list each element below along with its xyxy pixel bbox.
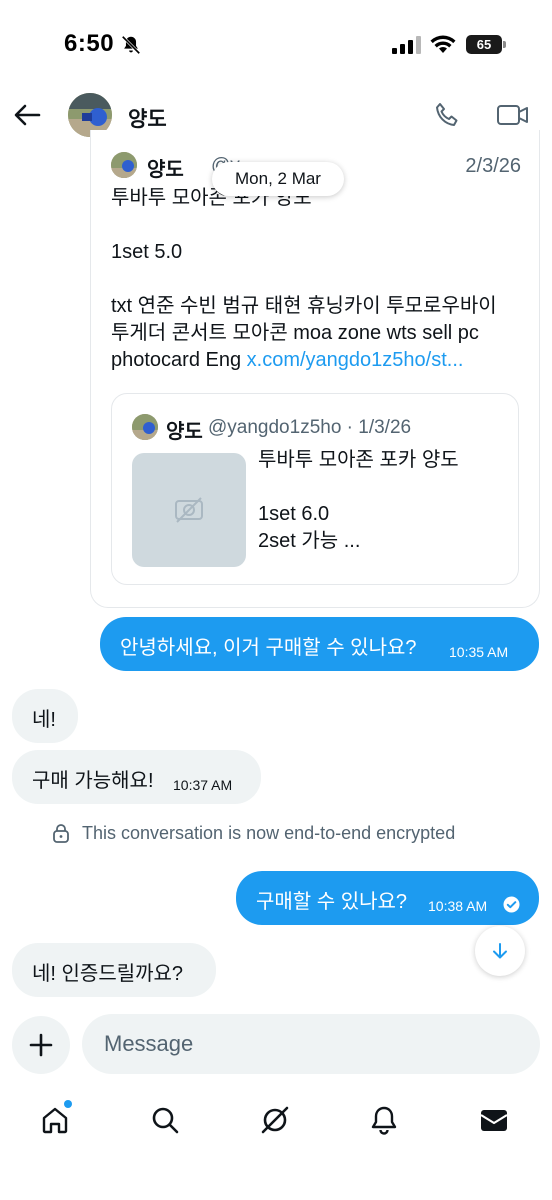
battery-cap xyxy=(503,41,506,48)
nav-home[interactable] xyxy=(35,1100,75,1140)
status-time: 6:50 xyxy=(64,30,115,57)
post-date: 2/3/26 xyxy=(465,155,521,177)
messages-icon xyxy=(480,1110,508,1131)
read-receipt-icon xyxy=(503,896,520,913)
message-text: 네! xyxy=(32,709,56,731)
back-arrow-icon[interactable] xyxy=(12,100,42,130)
quoted-post-header: 양도 @yangdo1z5ho · 1/3/26 xyxy=(132,414,512,443)
media-placeholder xyxy=(132,453,246,567)
quoted-post-card[interactable]: 양도 @yangdo1z5ho · 1/3/26 투바투 모아존 포카 양도 1… xyxy=(111,393,519,585)
nav-search[interactable] xyxy=(145,1100,185,1140)
message-text: 구매 가능해요! xyxy=(32,770,154,792)
battery-indicator: 65 xyxy=(466,35,502,54)
post-link[interactable]: x.com/yangdo1z5ho/st... xyxy=(247,349,464,371)
bell-off-icon xyxy=(121,35,141,55)
quoted-author-avatar xyxy=(132,414,158,440)
message-time: 10:35 AM xyxy=(449,644,509,660)
arrow-down-icon xyxy=(493,943,507,959)
plus-icon xyxy=(29,1033,53,1057)
status-bar: 6:50 65 xyxy=(0,0,552,90)
post-author-avatar xyxy=(111,152,137,178)
post-body: 투바투 모아존 포카 양도 1set 5.0 txt 연준 수빈 범규 태현 휴… xyxy=(111,187,497,371)
contact-name[interactable]: 양도 xyxy=(128,103,167,133)
message-bubble-received[interactable]: 구매 가능해요! 10:37 AM xyxy=(12,750,261,804)
encryption-notice: This conversation is now end-to-end encr… xyxy=(52,820,522,846)
nav-grok[interactable] xyxy=(255,1100,295,1140)
encryption-notice-text: This conversation is now end-to-end encr… xyxy=(82,823,456,843)
message-bubble-sent[interactable]: 안녕하세요, 이거 구매할 수 있나요? 10:35 AM xyxy=(100,617,539,671)
post-text: 투바투 모아존 포카 양도 1set 5.0 txt 연준 수빈 범규 태현 휴… xyxy=(111,185,531,374)
wifi-icon xyxy=(430,35,456,53)
scroll-to-bottom-button[interactable] xyxy=(475,926,525,976)
phone-icon[interactable] xyxy=(432,100,462,130)
message-bubble-sent[interactable]: 구매할 수 있나요? 10:38 AM xyxy=(236,871,539,925)
message-text: 구매할 수 있나요? xyxy=(256,891,408,913)
nav-messages[interactable] xyxy=(474,1100,514,1140)
bottom-navigation xyxy=(0,1090,552,1150)
message-text: 네! 인증드릴까요? xyxy=(32,963,184,985)
message-bubble-received[interactable]: 네! xyxy=(12,689,78,743)
home-icon xyxy=(42,1107,68,1134)
image-unavailable-icon xyxy=(175,497,203,523)
grok-icon xyxy=(261,1106,289,1134)
notification-dot xyxy=(64,1100,72,1108)
quoted-post-text: 투바투 모아존 포카 양도 1set 6.0 2set 가능 ... xyxy=(258,449,459,552)
notifications-icon xyxy=(371,1106,397,1135)
video-call-icon[interactable] xyxy=(496,100,530,130)
message-text: 안녕하세요, 이거 구매할 수 있나요? xyxy=(120,637,417,659)
message-time: 10:37 AM xyxy=(173,777,233,793)
shared-post-card[interactable]: 양도 @y... 2/3/26 투바투 모아존 포카 양도 1set 5.0 t… xyxy=(90,130,540,608)
post-author-name: 양도 xyxy=(147,159,184,181)
search-icon xyxy=(152,1107,179,1134)
message-bubble-received[interactable]: 네! 인증드릴까요? xyxy=(12,943,216,997)
lock-icon xyxy=(53,824,69,843)
cellular-signal-icon xyxy=(392,36,421,54)
date-divider: Mon, 2 Mar xyxy=(212,162,344,196)
quoted-author-name: 양도 xyxy=(166,421,203,443)
message-input[interactable] xyxy=(82,1014,540,1074)
add-attachment-button[interactable] xyxy=(12,1016,70,1074)
nav-notifications[interactable] xyxy=(364,1100,404,1140)
message-time: 10:38 AM xyxy=(428,898,488,914)
quoted-author-handle: @yangdo1z5ho · 1/3/26 xyxy=(208,417,412,438)
